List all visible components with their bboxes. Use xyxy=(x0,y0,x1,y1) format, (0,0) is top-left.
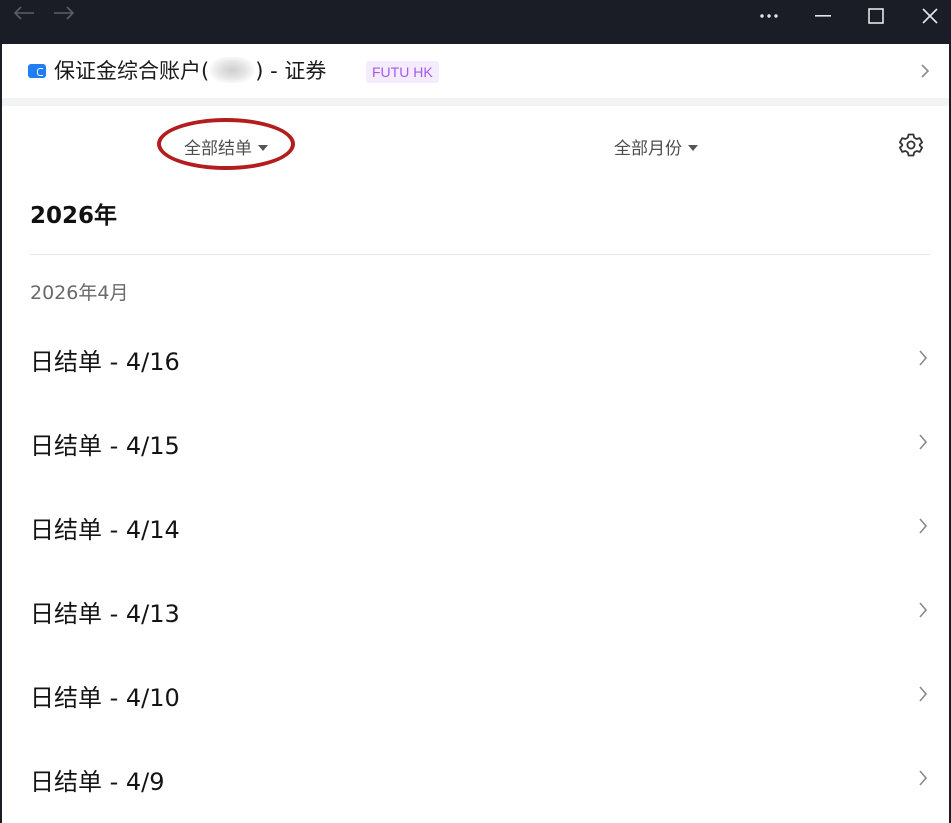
arrow-right-icon[interactable] xyxy=(48,0,80,26)
statement-row[interactable]: 日结单 - 4/9 xyxy=(2,736,949,820)
statement-label: 日结单 - 4/9 xyxy=(30,768,165,796)
chevron-right-icon xyxy=(916,516,930,536)
gear-icon[interactable] xyxy=(896,130,926,160)
chevron-right-icon[interactable] xyxy=(918,62,932,80)
statements-panel: 保证金综合账户(5) - 证券 FUTU HK 全部结单 全部月份 2026年 … xyxy=(2,44,949,823)
statement-label: 日结单 - 4/10 xyxy=(30,684,180,712)
caret-down-icon xyxy=(258,144,268,151)
year-heading: 2026年 xyxy=(30,203,118,229)
statement-label: 日结单 - 4/13 xyxy=(30,600,180,628)
card-icon xyxy=(28,64,46,78)
account-title-suffix: ) - 证券 xyxy=(255,59,327,83)
maximize-icon[interactable] xyxy=(859,0,893,32)
divider xyxy=(30,254,930,255)
statement-type-label: 全部结单 xyxy=(184,139,252,159)
chevron-right-icon xyxy=(916,348,930,368)
arrow-left-icon[interactable] xyxy=(8,0,40,26)
month-dropdown[interactable]: 全部月份 xyxy=(614,134,698,159)
statement-row[interactable]: 日结单 - 4/15 xyxy=(2,400,949,484)
caret-down-icon xyxy=(688,144,698,151)
month-filter-label: 全部月份 xyxy=(614,139,682,159)
close-icon[interactable] xyxy=(913,0,947,32)
more-dots-icon[interactable] xyxy=(752,0,786,32)
account-header[interactable]: 保证金综合账户(5) - 证券 FUTU HK xyxy=(2,44,949,98)
masked-account-id: 5 xyxy=(210,57,255,83)
window-titlebar xyxy=(0,0,951,44)
filter-bar: 全部结单 全部月份 xyxy=(2,106,949,184)
statement-label: 日结单 - 4/14 xyxy=(30,516,180,544)
statement-row[interactable]: 日结单 - 4/16 xyxy=(2,316,949,400)
statement-list: 日结单 - 4/16 日结单 - 4/15 日结单 - 4/14 日结单 - 4… xyxy=(2,316,949,820)
chevron-right-icon xyxy=(916,684,930,704)
month-heading: 2026年4月 xyxy=(30,282,129,304)
statement-row[interactable]: 日结单 - 4/10 xyxy=(2,652,949,736)
account-title-prefix: 保证金综合账户( xyxy=(54,59,210,83)
chevron-right-icon xyxy=(916,768,930,788)
statement-type-dropdown[interactable]: 全部结单 xyxy=(184,134,268,159)
statement-label: 日结单 - 4/16 xyxy=(30,348,180,376)
account-title: 保证金综合账户(5) - 证券 xyxy=(54,57,326,85)
broker-badge: FUTU HK xyxy=(366,61,439,83)
statement-label: 日结单 - 4/15 xyxy=(30,432,180,460)
statement-row[interactable]: 日结单 - 4/14 xyxy=(2,484,949,568)
statement-row[interactable]: 日结单 - 4/13 xyxy=(2,568,949,652)
section-divider xyxy=(2,98,949,106)
chevron-right-icon xyxy=(916,432,930,452)
chevron-right-icon xyxy=(916,600,930,620)
minimize-icon[interactable] xyxy=(806,0,840,32)
